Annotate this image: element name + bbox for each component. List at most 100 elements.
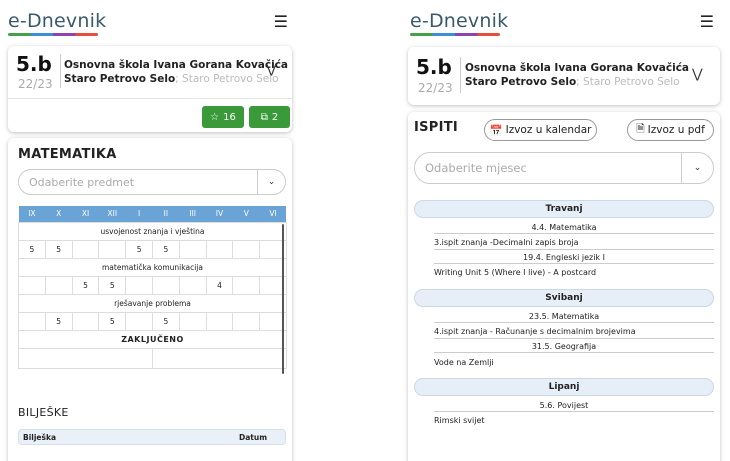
category-label: matematička komunikacija <box>18 257 287 277</box>
star-icon: ☆ <box>210 111 220 123</box>
top-bar: e-Dnevnik ☰ <box>400 0 730 40</box>
divider <box>434 352 714 353</box>
divider <box>434 322 714 323</box>
school-name: Osnovna škola Ivana Gorana Kovačića <box>64 59 289 71</box>
grade-cell[interactable] <box>232 275 261 295</box>
class-card: 5.b 22/23 Osnovna škola Ivana Gorana Kov… <box>8 46 292 132</box>
grade-cell[interactable] <box>232 239 261 259</box>
grade-cell[interactable] <box>98 239 127 259</box>
stars-button[interactable]: ☆ 16 <box>202 106 244 128</box>
subject-select[interactable]: Odaberite predmet ⌄ <box>18 169 286 195</box>
grade-cell[interactable]: 5 <box>125 239 153 259</box>
grade-cell[interactable] <box>71 311 100 331</box>
exams-card: ISPITI 📅 Izvoz u kalendar 🗎 Izvoz u pdf … <box>408 112 720 461</box>
exam-date: 4.4. Matematika <box>531 223 597 232</box>
exam-description: 3.ispit znanja -Decimalni zapis broja <box>434 238 579 247</box>
month-header-svibanj[interactable]: Svibanj <box>414 289 714 307</box>
exam-description: Writing Unit 5 (Where I live) - A postca… <box>434 268 597 277</box>
month-header: V <box>232 206 260 222</box>
chevron-down-icon[interactable]: ⌄ <box>681 153 713 183</box>
school-name: Osnovna škola Ivana Gorana Kovačića <box>465 62 690 74</box>
exam-date: 19.4. Engleski jezik I <box>523 253 605 262</box>
month-header: IV <box>206 206 233 222</box>
hamburger-menu-icon[interactable]: ☰ <box>700 12 714 31</box>
month-select[interactable]: Odaberite mjesec ⌄ <box>414 152 714 184</box>
school-info: Osnovna škola Ivana Gorana Kovačića Star… <box>64 58 288 86</box>
grade-cell[interactable] <box>232 311 261 331</box>
exam-description: 4.ispit znanja - Računanje s decimalnim … <box>434 327 636 336</box>
grade-cell[interactable] <box>205 311 234 331</box>
grade-cell[interactable] <box>44 275 73 295</box>
month-header-travanj[interactable]: Travanj <box>414 200 714 218</box>
double-chevron-down-icon[interactable]: ⋁ <box>692 67 703 82</box>
month-select-placeholder: Odaberite mjesec <box>425 161 527 175</box>
class-card: 5.b 22/23 Osnovna škola Ivana Gorana Kov… <box>408 47 720 105</box>
grade-cell[interactable]: 5 <box>151 239 180 259</box>
category-label: usvojenost znanja i vještina <box>18 221 287 241</box>
logo-underline <box>8 33 98 36</box>
grade-cell[interactable] <box>178 275 207 295</box>
grade-cell[interactable]: 5 <box>98 311 127 331</box>
grade-cell[interactable] <box>125 311 153 331</box>
school-place-detail: ; Staro Petrovo Selo <box>175 73 279 85</box>
divider <box>434 233 714 234</box>
grade-cell[interactable] <box>125 275 153 295</box>
month-header-lipanj[interactable]: Lipanj <box>414 378 714 396</box>
divider <box>434 263 714 264</box>
app-logo[interactable]: e-Dnevnik <box>410 10 508 32</box>
month-header: X <box>45 206 73 222</box>
grades-row: 5 5 4 <box>18 275 287 295</box>
month-header: XI <box>72 206 99 222</box>
school-info: Osnovna škola Ivana Gorana Kovačića Star… <box>465 61 689 89</box>
app-logo[interactable]: e-Dnevnik <box>8 10 106 32</box>
grade-cell[interactable]: 5 <box>98 275 127 295</box>
months-header-row: IX X XI XII I II III IV V VI <box>18 206 287 222</box>
grade-cell[interactable]: 5 <box>71 275 100 295</box>
double-chevron-down-icon[interactable]: ⋁ <box>266 62 277 77</box>
hamburger-menu-icon[interactable]: ☰ <box>274 12 288 31</box>
top-bar: e-Dnevnik ☰ <box>0 0 300 40</box>
grade-cell[interactable] <box>178 311 207 331</box>
subject-select-placeholder: Odaberite predmet <box>29 175 135 189</box>
chevron-down-icon[interactable]: ⌄ <box>257 170 285 194</box>
copies-button[interactable]: ⧉ 2 <box>249 106 290 128</box>
class-name: 5.b <box>16 52 52 76</box>
left-screen: e-Dnevnik ☰ 5.b 22/23 Osnovna škola Ivan… <box>0 0 300 461</box>
subject-title: MATEMATIKA <box>18 147 117 162</box>
final-grade-cell <box>18 347 153 369</box>
export-calendar-label: Izvoz u kalendar <box>505 124 592 136</box>
month-header: II <box>152 206 180 222</box>
exam-date: 23.5. Matematika <box>528 312 600 321</box>
month-header: XII <box>98 206 126 222</box>
table-scrollbar[interactable] <box>282 224 284 374</box>
grade-cell[interactable]: 4 <box>205 275 234 295</box>
grade-cell[interactable] <box>151 275 180 295</box>
grade-cell[interactable] <box>18 275 46 295</box>
school-year: 22/23 <box>18 77 53 91</box>
export-calendar-button[interactable]: 📅 Izvoz u kalendar <box>484 119 597 141</box>
export-pdf-button[interactable]: 🗎 Izvoz u pdf <box>627 119 714 141</box>
grades-row: 5 5 5 <box>18 311 287 331</box>
school-place: Staro Petrovo Selo <box>64 73 176 85</box>
stars-count: 16 <box>223 111 236 123</box>
month-header: VI <box>259 206 287 222</box>
divider <box>60 54 61 88</box>
grades-row: 5 5 5 5 <box>18 239 287 259</box>
notes-header: Bilješka Datum <box>18 429 286 445</box>
exam-date: 31.5. Geografija <box>531 342 597 351</box>
logo-underline <box>410 33 500 36</box>
grade-cell[interactable]: 5 <box>44 311 73 331</box>
pdf-icon: 🗎 <box>636 123 645 135</box>
grade-cell[interactable] <box>178 239 207 259</box>
grade-cell[interactable] <box>71 239 100 259</box>
final-grade-row <box>18 347 287 369</box>
calendar-icon: 📅 <box>489 124 503 137</box>
grade-cell[interactable]: 5 <box>18 239 46 259</box>
copy-icon: ⧉ <box>260 111 268 123</box>
month-header: IX <box>18 206 46 222</box>
grade-cell[interactable] <box>205 239 234 259</box>
grade-cell[interactable]: 5 <box>44 239 73 259</box>
grade-cell[interactable]: 5 <box>151 311 180 331</box>
divider <box>460 57 461 93</box>
grade-cell[interactable] <box>18 311 46 331</box>
